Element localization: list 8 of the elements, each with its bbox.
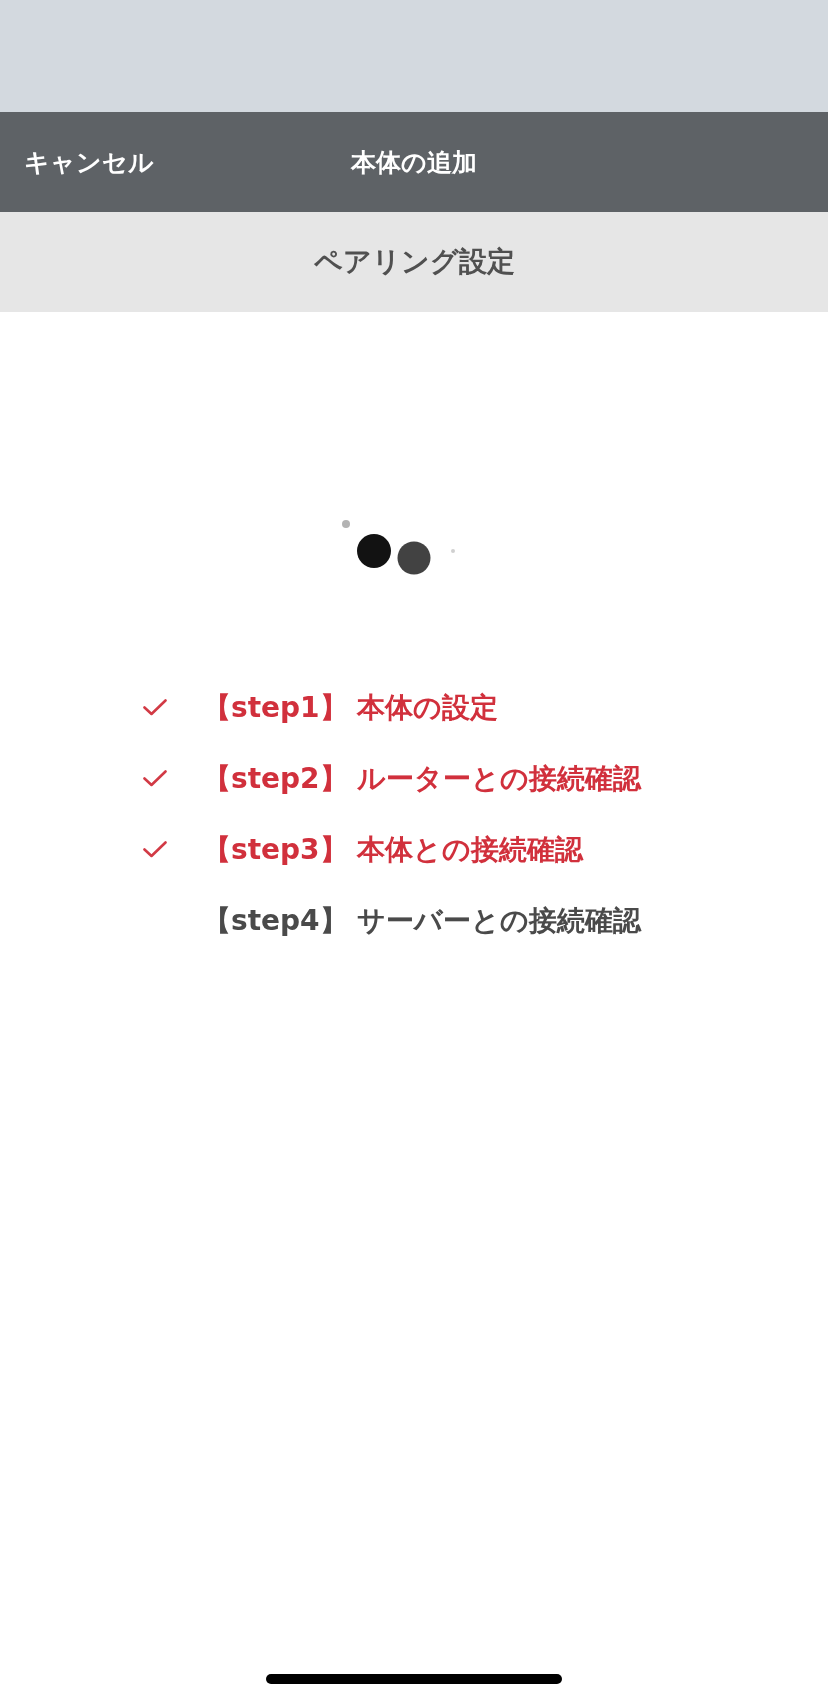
screen-title: 本体の追加 xyxy=(351,149,477,175)
step-label: 【step3】 本体との接続確認 xyxy=(203,835,584,864)
section-title: ペアリング設定 xyxy=(313,248,515,276)
step-label: 【step1】 本体の設定 xyxy=(203,693,499,722)
step-label: 【step4】 サーバーとの接続確認 xyxy=(203,906,642,935)
step-label: 【step2】 ルーターとの接続確認 xyxy=(203,764,642,793)
cancel-button[interactable]: キャンセル xyxy=(24,149,154,175)
loading-spinner-icon xyxy=(342,520,456,576)
